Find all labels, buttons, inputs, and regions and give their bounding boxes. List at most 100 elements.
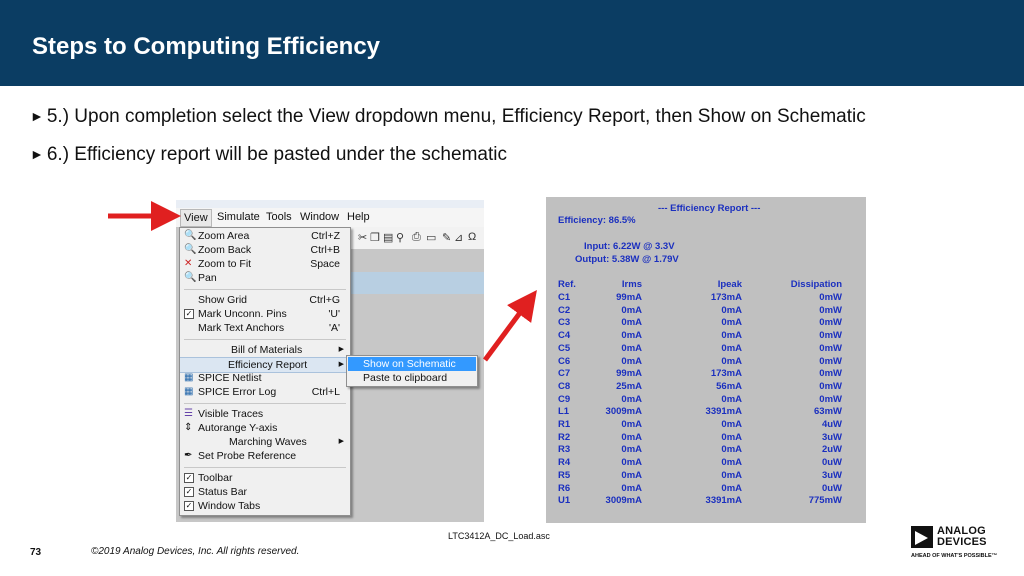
report-cell: 0mA [621,419,642,430]
copyright: ©2019 Analog Devices, Inc. All rights re… [91,546,300,557]
report-cell: 0mA [621,444,642,456]
report-cell: 0mA [621,393,642,405]
page-number: 73 [30,547,42,558]
logo-text-line2: DEVICES [937,536,987,548]
report-cell: 0mA [721,317,742,329]
report-cell: 2uW [821,444,842,456]
file-caption: LTC3412A_DC_Load.asc [448,531,550,541]
report-cell: 56mA [716,380,742,392]
report-cell: R1 [558,419,571,430]
report-cell: 99mA [616,292,642,303]
report-row: R2 0mA 0mA 3uW [546,432,866,445]
report-cell: 0mA [721,419,742,430]
report-cell: 3391mA [705,406,742,418]
report-cell: 0mA [721,457,742,469]
report-cell: 4uW [821,419,842,430]
analog-devices-logo: ANALOG DEVICES AHEAD OF WHAT'S POSSIBLE™ [911,525,1011,565]
report-cell: L1 [558,406,570,418]
report-cell: 0mA [621,317,642,329]
report-cell: 63mW [814,406,842,418]
report-cell: 0mA [721,482,742,494]
column-header: Dissipation [790,279,842,290]
report-efficiency: Efficiency: 86.5% [558,215,636,226]
report-cell: 3uW [821,431,842,443]
report-cell: 0mW [819,380,842,392]
report-row: C1 99mA 173mA 0mW [546,292,866,305]
report-cell: 0mW [819,292,842,303]
efficiency-report: --- Efficiency Report --- Efficiency: 86… [546,197,866,523]
report-output: Output: 5.38W @ 1.79V [575,254,679,265]
report-cell: C3 [558,317,571,329]
report-input: Input: 6.22W @ 3.3V [584,241,675,252]
report-row: L1 3009mA 3391mA 63mW [546,406,866,419]
annotation-arrows [108,201,537,362]
report-row: R5 0mA 0mA 3uW [546,470,866,483]
report-cell: 0mA [721,469,742,481]
report-row: C6 0mA 0mA 0mW [546,356,866,369]
report-header: --- Efficiency Report --- [658,203,761,214]
report-cell: 0mA [621,304,642,316]
report-cell: 0mW [819,304,842,316]
report-cell: 0mA [621,330,642,342]
report-cell: C5 [558,342,571,354]
report-row: C7 99mA 173mA 0mW [546,368,866,381]
report-cell: R5 [558,469,571,481]
arrow-to-report [482,289,537,362]
report-cell: R3 [558,444,571,456]
report-row: U1 3009mA 3391mA 775mW [546,495,866,508]
report-row: R3 0mA 0mA 2uW [546,444,866,457]
report-cell: 25mA [616,380,642,392]
report-cell: 0mW [819,342,842,354]
report-cell: R4 [558,457,571,469]
report-cell: 0mA [721,330,742,342]
report-cell: 0mA [721,431,742,443]
report-cell: 173mA [710,292,742,303]
report-cell: 0mA [621,355,642,367]
logo-tagline: AHEAD OF WHAT'S POSSIBLE™ [911,553,998,559]
report-cell: 0mW [819,368,842,380]
report-cell: 0mA [621,469,642,481]
report-cell: 0uW [821,457,842,469]
report-row: R6 0mA 0mA 0uW [546,483,866,496]
report-cell: C2 [558,304,571,316]
report-cell: 0mA [621,342,642,354]
report-cell: 0mA [721,355,742,367]
report-row: C8 25mA 56mA 0mW [546,381,866,394]
report-cell: 99mA [616,368,642,380]
report-column-headers: Ref. Irms Ipeak Dissipation [546,279,866,292]
report-row: R4 0mA 0mA 0uW [546,457,866,470]
report-row: R1 0mA 0mA 4uW [546,419,866,432]
report-row: C5 0mA 0mA 0mW [546,343,866,356]
column-header: Irms [621,279,642,290]
report-cell: 0mW [819,330,842,342]
report-cell: 0mA [621,482,642,494]
column-header: Ref. [558,279,576,290]
report-cell: C4 [558,330,571,342]
report-cell: 173mA [710,368,742,380]
report-cell: 0mW [819,355,842,367]
report-cell: R6 [558,482,571,494]
logo-mark-icon [911,526,933,548]
report-cell: C7 [558,368,571,380]
report-cell: 0mA [621,457,642,469]
report-cell: 0mA [721,304,742,316]
report-cell: 775mW [808,495,842,507]
report-cell: 3391mA [705,495,742,507]
report-cell: 0mA [721,444,742,456]
report-row: C4 0mA 0mA 0mW [546,330,866,343]
report-cell: C6 [558,355,571,367]
report-row: C2 0mA 0mA 0mW [546,305,866,318]
report-cell: 0mW [819,317,842,329]
report-cell: 0mA [621,431,642,443]
report-cell: 3009mA [605,495,642,507]
report-row: C3 0mA 0mA 0mW [546,317,866,330]
report-cell: 3009mA [605,406,642,418]
report-cell: U1 [558,495,571,507]
report-cell: 0uW [821,482,842,494]
report-cell: R2 [558,431,571,443]
report-cell: 3uW [821,469,842,481]
report-cell: C9 [558,393,571,405]
report-cell: 0mA [721,342,742,354]
report-row: C9 0mA 0mA 0mW [546,394,866,407]
report-cell: 0mA [721,393,742,405]
